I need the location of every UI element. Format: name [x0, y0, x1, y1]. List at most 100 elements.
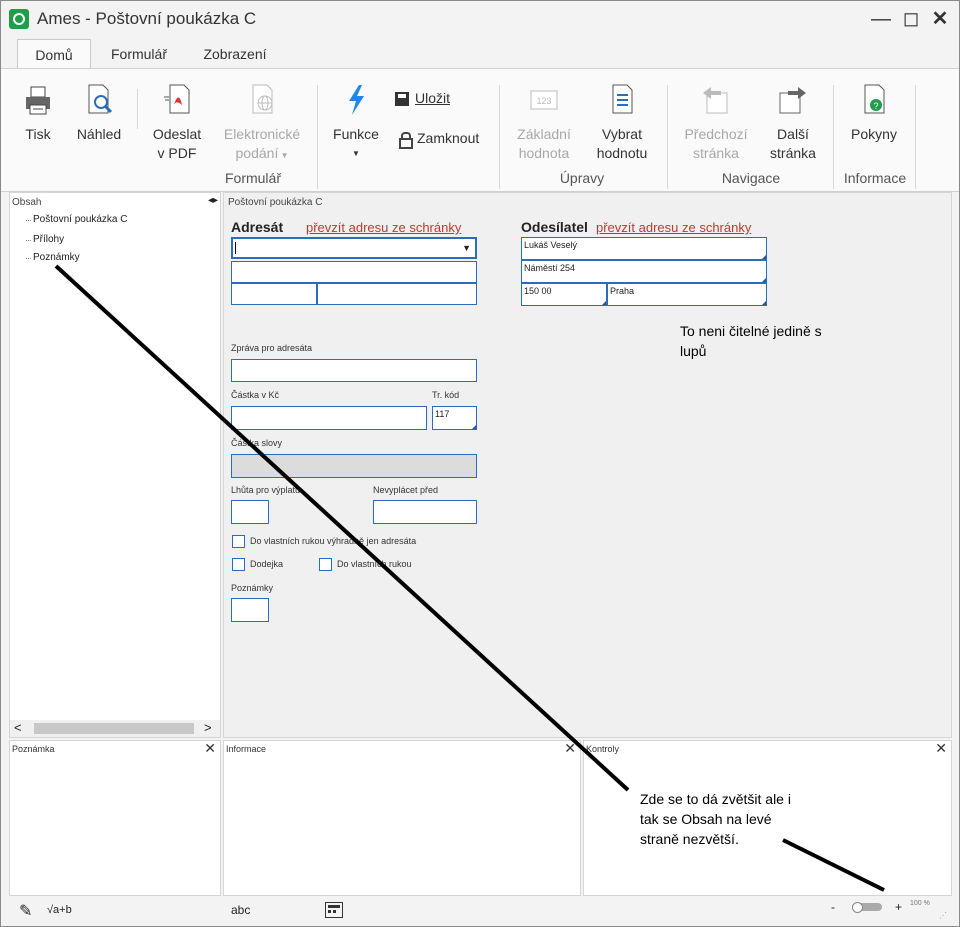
recipient-city-input[interactable] [317, 283, 477, 305]
print-label: Tisk [25, 126, 51, 142]
window-title: Ames - Poštovní poukázka C [37, 9, 257, 28]
form-pane-title: Poštovní poukázka C [228, 197, 323, 208]
preview-label: Náhled [76, 126, 122, 142]
list-document-icon [612, 84, 633, 114]
checks-pane-title: Kontroly [586, 744, 620, 754]
next-page-icon [779, 87, 806, 114]
annotation-2-line-1: Zde se to dá zvětšit ale i [640, 791, 791, 807]
send-pdf-label-2: v PDF [157, 145, 197, 161]
send-pdf-button[interactable]: Odeslat v PDF [147, 83, 207, 163]
scroll-left-icon[interactable]: < [14, 720, 22, 735]
functions-button[interactable]: Funkce ▼ [327, 83, 385, 163]
group-form-label: Formulář [224, 170, 281, 186]
scroll-right-icon[interactable]: > [204, 720, 212, 735]
maximize-button[interactable]: ◻ [897, 7, 925, 31]
pick-value-button[interactable]: Vybrat hodnotu [587, 83, 657, 163]
message-input[interactable] [231, 359, 477, 382]
tr-code-label: Tr. kód [432, 390, 460, 400]
sender-header: Odesílatel [521, 219, 588, 235]
close-button[interactable]: ✕ [926, 7, 954, 31]
zoom-in-button[interactable]: + [895, 900, 902, 914]
payout-deadline-input[interactable] [231, 500, 269, 524]
svg-text:123: 123 [536, 96, 551, 106]
prev-page-button[interactable]: Předchozí stránka [675, 83, 757, 163]
note-pane: Poznámka ✕ [9, 740, 221, 896]
tree-item-form[interactable]: Poštovní poukázka C [26, 214, 128, 225]
recipient-street-input[interactable] [231, 261, 477, 283]
scrollbar-thumb[interactable] [34, 723, 194, 734]
zoom-out-button[interactable]: - [831, 900, 835, 914]
group-info-label: Informace [843, 170, 907, 186]
notes-input[interactable] [231, 598, 269, 622]
close-icon[interactable]: ✕ [204, 740, 216, 757]
own-hands-label: Do vlastních rukou [337, 559, 412, 569]
instructions-button[interactable]: ? Pokyny [841, 83, 907, 144]
efile-button[interactable]: Elektronické podání ▼ [215, 83, 309, 165]
globe-document-icon [252, 84, 273, 114]
tab-home[interactable]: Domů [17, 39, 91, 69]
minimize-button[interactable]: — [867, 7, 895, 31]
efile-label-1: Elektronické [223, 126, 301, 142]
tab-view[interactable]: Zobrazení [191, 39, 279, 68]
lock-button[interactable]: Zamknout [399, 129, 495, 150]
status-bar: ✎ √a+b abc - + 100 % ⋰ [1, 897, 959, 926]
prev-page-label-1: Předchozí [684, 126, 748, 142]
pick-value-label-2: hodnotu [596, 145, 648, 161]
pane-split-icon[interactable]: ◂▸ [208, 195, 218, 206]
own-hands-checkbox[interactable] [319, 558, 332, 571]
save-label: Uložit [415, 90, 451, 106]
resize-grip-icon[interactable]: ⋰ [939, 911, 947, 920]
chevron-down-icon[interactable]: ▼ [462, 243, 471, 253]
close-icon[interactable]: ✕ [935, 740, 947, 757]
save-button[interactable]: Uložit [395, 89, 465, 108]
next-page-button[interactable]: Další stránka [761, 83, 825, 163]
tab-form[interactable]: Formulář [99, 39, 179, 68]
tree-item-attachments[interactable]: Přílohy [25, 234, 64, 245]
no-pay-before-input[interactable] [373, 500, 477, 524]
sender-city-input[interactable]: Praha [607, 283, 767, 306]
next-page-label-1: Další [777, 126, 809, 142]
sender-street-input[interactable]: Náměstí 254 [521, 260, 767, 283]
ribbon: Tisk Náhled Odeslat v PDF Elektronické p… [1, 68, 959, 192]
close-icon[interactable]: ✕ [564, 740, 576, 757]
zoom-level: 100 % [910, 900, 930, 907]
payout-deadline-label: Lhůta pro výplatu [231, 485, 301, 495]
printer-icon [26, 86, 50, 115]
pick-value-label-1: Vybrat [602, 126, 642, 142]
pencil-icon[interactable]: ✎ [19, 901, 32, 921]
sender-zip-input[interactable]: 150 00 [521, 283, 607, 306]
zoom-slider-thumb[interactable] [852, 902, 863, 913]
base-value-button[interactable]: 123 Základní hodnota [507, 83, 581, 163]
calculator-icon[interactable] [325, 902, 343, 918]
print-button[interactable]: Tisk [13, 83, 63, 144]
amount-input[interactable] [231, 406, 427, 430]
annotation-text-1: To neni čitelné jedině s lupů [680, 321, 822, 361]
amount-label: Částka v Kč [231, 390, 280, 400]
formula-icon[interactable]: √a+b [47, 904, 72, 916]
zoom-slider[interactable] [852, 902, 882, 913]
lock-icon [399, 132, 413, 150]
horizontal-scrollbar[interactable]: < > [10, 720, 220, 737]
prev-page-label-2: stránka [693, 145, 739, 161]
preview-button[interactable]: Náhled [71, 83, 127, 144]
pdf-icon [164, 84, 190, 114]
amount-words-label: Částka slovy [231, 438, 283, 448]
sender-fetch-link[interactable]: převzít adresu ze schránky [596, 220, 751, 235]
svg-text:?: ? [873, 101, 878, 111]
preview-icon [88, 84, 113, 114]
note-pane-title: Poznámka [12, 744, 55, 754]
recipient-name-select[interactable]: ▼ [231, 237, 477, 259]
number-field-icon: 123 [530, 90, 558, 110]
tree-item-notes[interactable]: Poznámky [26, 252, 80, 263]
recipient-zip-input[interactable] [231, 283, 317, 305]
text-cursor [235, 242, 236, 254]
recipient-fetch-link[interactable]: převzít adresu ze schránky [306, 220, 461, 235]
own-hands-only-checkbox[interactable] [232, 535, 245, 548]
delivery-receipt-checkbox[interactable] [232, 558, 245, 571]
info-pane: Informace ✕ [223, 740, 581, 896]
sender-name-input[interactable]: Lukáš Veselý [521, 237, 767, 260]
notes-label: Poznámky [231, 583, 274, 593]
ribbon-separator [833, 85, 834, 189]
spellcheck-button[interactable]: abc [231, 903, 250, 917]
tr-code-input[interactable]: 117 [432, 406, 477, 430]
